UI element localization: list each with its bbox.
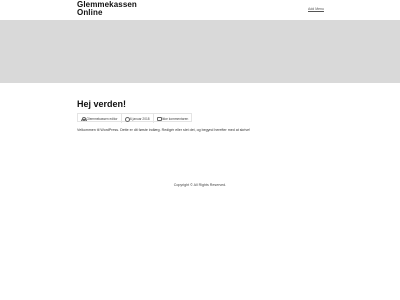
post-content: Velkommen til WordPress. Dette er dit fø…: [77, 128, 251, 132]
post-author: Glemmekassen editor: [86, 116, 118, 121]
post-author-link[interactable]: Glemmekassen editor: [78, 114, 122, 123]
post-meta: Glemmekassen editor 6 januar 2018 Ikke k…: [77, 113, 193, 123]
post-comments-link[interactable]: Ikke kommentaren: [154, 114, 192, 123]
post-comments: Ikke kommentaren: [162, 116, 189, 121]
add-menu-link[interactable]: Add Menu: [308, 7, 324, 11]
site-header: Glemmekassen Online Add Menu: [0, 0, 400, 20]
site-title-line2: Online: [77, 8, 103, 17]
person-icon: [81, 116, 87, 122]
post-date: 6 januar 2018: [130, 116, 150, 121]
comment-icon: [156, 116, 163, 122]
header-image: [0, 20, 400, 83]
footer-copyright: Copyright © All Rights Reserved.: [173, 183, 227, 187]
post-date-link[interactable]: 6 januar 2018: [122, 114, 154, 123]
clock-icon: [124, 116, 131, 123]
post-title[interactable]: Hej verden!: [77, 99, 126, 109]
site-title-link[interactable]: Glemmekassen Online: [77, 1, 137, 17]
